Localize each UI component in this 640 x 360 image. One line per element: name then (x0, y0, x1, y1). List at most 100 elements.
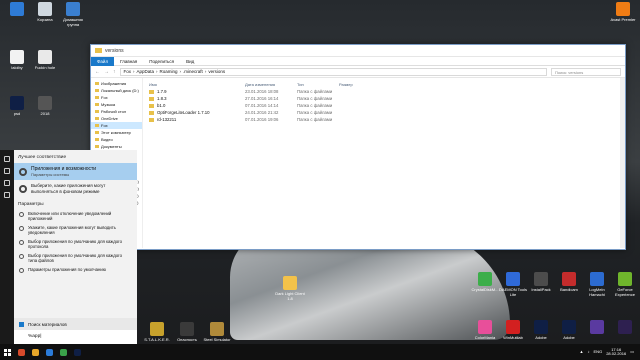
clock[interactable]: 17:16 28.02.2016 (606, 347, 626, 357)
desktop-shortcut[interactable]: GeForce Experience (610, 272, 640, 297)
nav-item[interactable]: Fox (91, 122, 142, 129)
folder-icon (95, 103, 99, 106)
nav-item[interactable]: Изображения (91, 80, 142, 87)
settings-icon[interactable] (4, 180, 10, 186)
nav-item[interactable]: Локальный диск (D:) (91, 87, 142, 94)
user-icon[interactable] (4, 192, 10, 198)
search-box[interactable]: %app| (14, 330, 137, 344)
nav-item-label: Рабочий стол (101, 109, 127, 114)
desktop-shortcut[interactable]: CrystalDiskM... (470, 272, 500, 292)
desktop-shortcut[interactable]: Adobe (526, 320, 556, 340)
breadcrumb[interactable]: Fox (124, 69, 132, 74)
nav-item[interactable]: Fox (91, 94, 142, 101)
desktop-shortcut[interactable]: InstallPack (526, 272, 556, 292)
desktop-shortcut[interactable]: Корзина (30, 2, 60, 22)
nav-item[interactable]: OneDrive (91, 115, 142, 122)
nav-item[interactable]: Видео (91, 136, 142, 143)
desktop-shortcut[interactable]: LogMeIn Hamachi (582, 272, 612, 297)
best-match-item[interactable]: Приложения и возможности Параметры систе… (14, 163, 137, 180)
nav-item[interactable]: Документы (91, 143, 142, 150)
volume-icon[interactable]: ♪ (588, 349, 590, 355)
settings-header: Параметры (18, 202, 44, 207)
file-name: b1.0 (157, 103, 166, 108)
language-indicator[interactable]: ENG (594, 349, 603, 355)
settings-result-label: Выбор приложения по умолчанию для каждог… (28, 239, 122, 249)
taskbar-app-button[interactable] (56, 344, 70, 360)
file-row[interactable]: 1.8.3 27.01.2016 16:14 Папка с файлами (149, 95, 625, 102)
app-icon (478, 320, 492, 334)
search-input[interactable]: Поиск: versions (551, 67, 621, 76)
settings-result[interactable]: Параметры приложения по умолчанию (14, 265, 137, 275)
breadcrumb[interactable]: versions (208, 69, 225, 74)
settings-result[interactable]: Укажите, какие приложения могут выводить… (14, 223, 137, 237)
column-date[interactable]: Дата изменения (245, 82, 297, 87)
gear-icon (19, 184, 27, 193)
desktop-shortcut[interactable] (610, 320, 640, 335)
desktop-shortcut[interactable]: ColorMania (470, 320, 500, 340)
nav-item[interactable]: Музыка (91, 101, 142, 108)
column-size[interactable]: Размер (339, 82, 379, 87)
tab-view[interactable]: Вид (180, 59, 200, 64)
settings-result-label: Параметры приложения по умолчанию (28, 267, 106, 272)
start-button[interactable] (0, 344, 14, 360)
taskbar-app-button[interactable] (14, 344, 28, 360)
settings-result[interactable]: Выбор приложения по умолчанию для каждог… (14, 237, 137, 251)
forward-arrow-icon[interactable]: → (104, 69, 109, 75)
file-row[interactable]: OptiForgeLiteLoader 1.7.10 24.01.2016 21:… (149, 109, 625, 116)
tab-home[interactable]: Главная (114, 59, 143, 64)
desktop-shortcut[interactable]: Домашняя группа (58, 2, 88, 27)
shortcut-label: Домашняя группа (63, 17, 83, 27)
breadcrumb[interactable]: Roaming (160, 69, 178, 74)
shortcut-label: Опасность (177, 337, 197, 342)
settings-result[interactable]: Включение или отключение уведомлений при… (14, 209, 137, 223)
desktop-shortcut[interactable]: DAEMON Tools Lite (498, 272, 528, 297)
desktop-shortcut[interactable]: Adobe (554, 320, 584, 340)
scrollbar[interactable] (620, 78, 625, 248)
folder-icon (95, 131, 99, 134)
desktop-shortcut[interactable]: psd (2, 96, 32, 116)
desktop-shortcut[interactable]: Dark Light Client 1.8 (275, 276, 305, 301)
taskbar-app-button[interactable] (70, 344, 84, 360)
desktop-shortcut[interactable] (582, 320, 612, 335)
breadcrumb[interactable]: .minecraft (183, 69, 203, 74)
tab-share[interactable]: Поделиться (143, 59, 180, 64)
network-icon[interactable]: ▲ (580, 349, 584, 355)
file-name-cell: 1.7.9 (149, 89, 245, 94)
taskbar-app-button[interactable] (28, 344, 42, 360)
desktop-shortcut[interactable]: S.T.A.L.K.E.R. (142, 322, 172, 342)
result-background-apps[interactable]: Выберите, какие приложения могут выполня… (14, 180, 137, 197)
file-explorer-window: versions Файл Главная Поделиться Вид ← →… (90, 44, 626, 250)
desktop-shortcut[interactable]: Fuckin hole (30, 50, 60, 70)
nav-item-label: Изображения (101, 81, 127, 86)
taskbar-app-button[interactable] (42, 344, 56, 360)
nav-item[interactable]: Рабочий стол (91, 108, 142, 115)
up-arrow-icon[interactable]: ↑ (113, 69, 116, 75)
web-search-item[interactable]: Поиск материалов (14, 318, 137, 330)
home-icon[interactable] (4, 168, 10, 174)
explorer-ribbon: Файл Главная Поделиться Вид (91, 56, 625, 66)
settings-result[interactable]: Выбор приложения по умолчанию для каждог… (14, 251, 137, 265)
file-row[interactable]: 1.7.9 23.01.2016 18:08 Папка с файлами (149, 88, 625, 95)
notifications-icon[interactable]: ▭ (630, 349, 634, 355)
nav-item[interactable]: Этот компьютер (91, 129, 142, 136)
column-name[interactable]: Имя (149, 82, 245, 87)
desktop-shortcut[interactable]: Опасность (172, 322, 202, 342)
desktop-shortcut[interactable]: Bandicam (554, 272, 584, 292)
desktop-shortcut[interactable] (2, 2, 32, 17)
desktop-shortcut[interactable]: lalolby (2, 50, 32, 70)
shortcut-label: DAEMON Tools Lite (499, 287, 527, 297)
explorer-titlebar[interactable]: versions (91, 45, 625, 57)
address-bar[interactable]: Fox › AppData › Roaming › .minecraft › versi… (119, 67, 547, 76)
file-row[interactable]: rd-132211 07.01.2016 19:06 Папка с файлами (149, 116, 625, 123)
desktop-shortcut[interactable]: Avast Premier (608, 2, 638, 22)
column-type[interactable]: Тип (297, 82, 339, 87)
desktop-shortcut[interactable]: 2018 (30, 96, 60, 116)
back-arrow-icon[interactable]: ← (95, 69, 100, 75)
folder-icon (149, 103, 154, 108)
desktop-shortcut[interactable]: Steel Simulator (202, 322, 232, 342)
breadcrumb[interactable]: AppData (137, 69, 155, 74)
hamburger-icon[interactable] (4, 156, 10, 162)
file-row[interactable]: b1.0 07.01.2016 14:14 Папка с файлами (149, 102, 625, 109)
desktop-shortcut[interactable]: WinMutilab (498, 320, 528, 340)
tab-file[interactable]: Файл (91, 56, 115, 66)
